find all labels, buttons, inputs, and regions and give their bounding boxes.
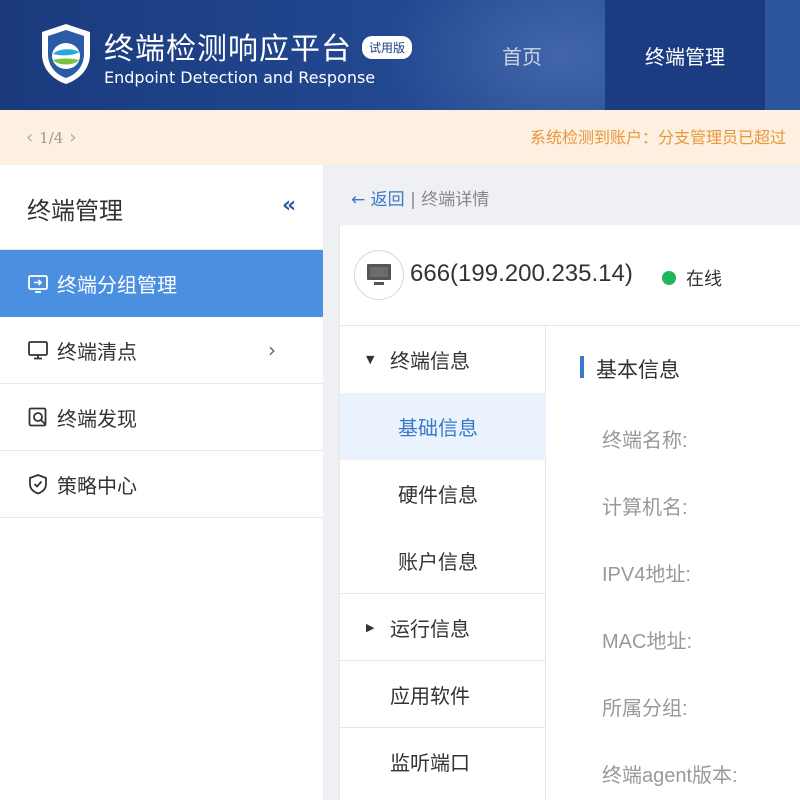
sidebar-item-discovery[interactable]: 终端发现	[0, 384, 323, 451]
detail-subnav: ▼ 终端信息 基础信息 硬件信息 账户信息 ▶ 运行信息 应用软件 监听端口	[340, 326, 546, 800]
top-header: 终端检测响应平台 试用版 Endpoint Detection and Resp…	[0, 0, 800, 110]
field-label-endpoint-name: 终端名称:	[602, 430, 688, 452]
back-link[interactable]: ← 返回	[351, 190, 405, 210]
sidebar-item-label: 策略中心	[57, 473, 137, 498]
breadcrumb: ← 返回 | 终端详情	[351, 185, 489, 210]
nav-tab-endpoint-management[interactable]: 终端管理	[605, 0, 765, 110]
nav-tab-home[interactable]: 首页	[470, 0, 574, 110]
subnav-item-label: 硬件信息	[398, 483, 478, 507]
subnav-group-label: 终端信息	[390, 349, 470, 373]
subnav-item-account-info[interactable]: 账户信息	[340, 527, 546, 594]
subnav-item-label: 应用软件	[390, 683, 470, 708]
shield-logo-icon	[42, 24, 90, 84]
sidebar-item-label: 终端分组管理	[57, 273, 177, 297]
sidebar-item-label: 终端清点	[57, 339, 137, 364]
online-status-dot	[662, 271, 676, 285]
subnav-item-hardware-info[interactable]: 硬件信息	[340, 460, 546, 527]
breadcrumb-separator: |	[410, 190, 416, 210]
monitor-group-icon	[27, 273, 49, 295]
device-avatar	[354, 250, 404, 300]
notice-pager: ‹ 1/4 ›	[20, 110, 83, 165]
breadcrumb-current: 终端详情	[421, 190, 490, 210]
device-header: 666(199.200.235.14) 在线	[340, 225, 800, 326]
nav-tab-overflow[interactable]	[765, 0, 800, 110]
subnav-item-label: 监听端口	[390, 751, 470, 775]
main-content: ← 返回 | 终端详情 666(199.200.235.14) 在线 ▼ 终端信…	[323, 165, 800, 800]
next-arrow-icon[interactable]: ›	[63, 127, 82, 148]
pager-count: 1/4	[39, 128, 64, 147]
prev-arrow-icon[interactable]: ‹	[20, 127, 39, 148]
subnav-item-label: 账户信息	[398, 549, 478, 574]
computer-icon	[367, 264, 391, 285]
trial-badge: 试用版	[362, 36, 413, 59]
field-label-ipv4: IPV4地址:	[602, 564, 691, 586]
sidebar-header: 终端管理 «	[0, 165, 323, 250]
section-accent-bar	[580, 356, 584, 378]
caret-down-icon: ▼	[366, 353, 375, 366]
notice-message[interactable]: 系统检测到账户：分支管理员已超过	[530, 110, 786, 165]
field-label-computer-name: 计算机名:	[602, 497, 688, 519]
subnav-item-basic-info[interactable]: 基础信息	[340, 393, 546, 460]
sidebar-item-policy-center[interactable]: 策略中心	[0, 451, 323, 518]
caret-right-icon: ▶	[366, 620, 375, 634]
app-subtitle: Endpoint Detection and Response	[104, 68, 376, 87]
section-title: 基本信息	[596, 358, 680, 382]
sidebar: 终端管理 « 终端分组管理 终端清点 › 终端发现 策略中心	[0, 165, 323, 800]
subnav-item-applications[interactable]: 应用软件	[340, 661, 546, 728]
field-label-agent-version: 终端agent版本:	[602, 765, 738, 787]
subnav-item-label: 基础信息	[398, 416, 478, 440]
device-name: 666(199.200.235.14)	[410, 260, 633, 287]
sidebar-item-inventory[interactable]: 终端清点 ›	[0, 317, 323, 384]
subnav-group-runtime-info[interactable]: ▶ 运行信息	[340, 594, 546, 661]
device-status: 在线	[686, 269, 722, 290]
sidebar-item-group-management[interactable]: 终端分组管理	[0, 250, 323, 317]
sidebar-item-label: 终端发现	[57, 406, 137, 431]
app-title: 终端检测响应平台	[104, 32, 352, 67]
basic-info-panel: 基本信息 终端名称: 计算机名: IPV4地址: MAC地址: 所属分组: 终端…	[546, 326, 800, 800]
field-label-group: 所属分组:	[602, 698, 688, 720]
subnav-group-endpoint-info[interactable]: ▼ 终端信息	[340, 326, 546, 393]
notice-bar: ‹ 1/4 › 系统检测到账户：分支管理员已超过	[0, 110, 800, 165]
monitor-icon	[27, 339, 49, 361]
shield-check-icon	[27, 473, 49, 495]
device-detail-card: 666(199.200.235.14) 在线 ▼ 终端信息 基础信息 硬件信息 …	[339, 225, 800, 800]
search-doc-icon	[27, 406, 49, 428]
subnav-group-label: 运行信息	[390, 616, 470, 641]
double-chevron-left-icon[interactable]: «	[282, 193, 296, 218]
field-label-mac: MAC地址:	[602, 631, 692, 653]
chevron-right-icon: ›	[268, 338, 276, 362]
subnav-item-listening-ports[interactable]: 监听端口	[340, 728, 546, 795]
sidebar-title: 终端管理	[27, 197, 123, 225]
